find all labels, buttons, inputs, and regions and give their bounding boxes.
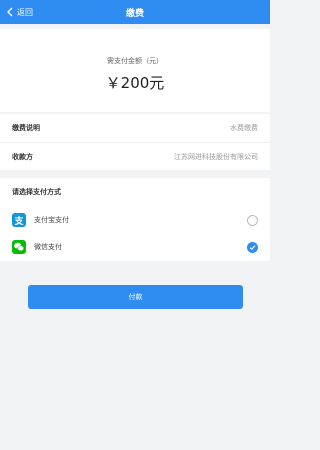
payment-option-alipay[interactable]: 支 支付宝支付: [0, 207, 270, 233]
info-row-description: 缴费说明 水费缴费: [0, 114, 270, 142]
top-bar: 返回 缴费: [0, 0, 270, 24]
radio-button[interactable]: [247, 241, 258, 253]
payment-method-section: 请选择支付方式 支 支付宝支付 微信支付: [0, 178, 270, 261]
info-value: 江苏网进科技股份有限公司: [174, 152, 258, 161]
amount-value: ￥200元: [105, 74, 165, 92]
chevron-left-icon: [7, 7, 13, 17]
info-value: 水费缴费: [230, 124, 258, 132]
info-key: 收款方: [12, 152, 33, 161]
pay-button[interactable]: 付款: [28, 285, 243, 309]
alipay-icon: 支: [12, 213, 26, 227]
amount-card: 需支付金额（元） ￥200元: [0, 29, 270, 112]
payment-option-wechat[interactable]: 微信支付: [0, 234, 270, 260]
radio-button[interactable]: [247, 214, 258, 226]
back-label: 返回: [17, 7, 33, 17]
payment-option-label: 支付宝支付: [34, 216, 69, 224]
back-button[interactable]: 返回: [6, 0, 33, 24]
info-key: 缴费说明: [12, 124, 40, 132]
amount-label: 需支付金额（元）: [107, 57, 163, 65]
payment-info-list: 缴费说明 水费缴费 收款方 江苏网进科技股份有限公司: [0, 114, 270, 170]
chat-bubbles-icon: [14, 242, 25, 252]
wechat-icon: [12, 240, 26, 254]
payment-option-label: 微信支付: [34, 243, 62, 251]
check-icon: [249, 244, 256, 250]
section-title: 请选择支付方式: [12, 188, 61, 196]
info-row-payee: 收款方 江苏网进科技股份有限公司: [0, 142, 270, 170]
page-title: 缴费: [125, 8, 144, 19]
